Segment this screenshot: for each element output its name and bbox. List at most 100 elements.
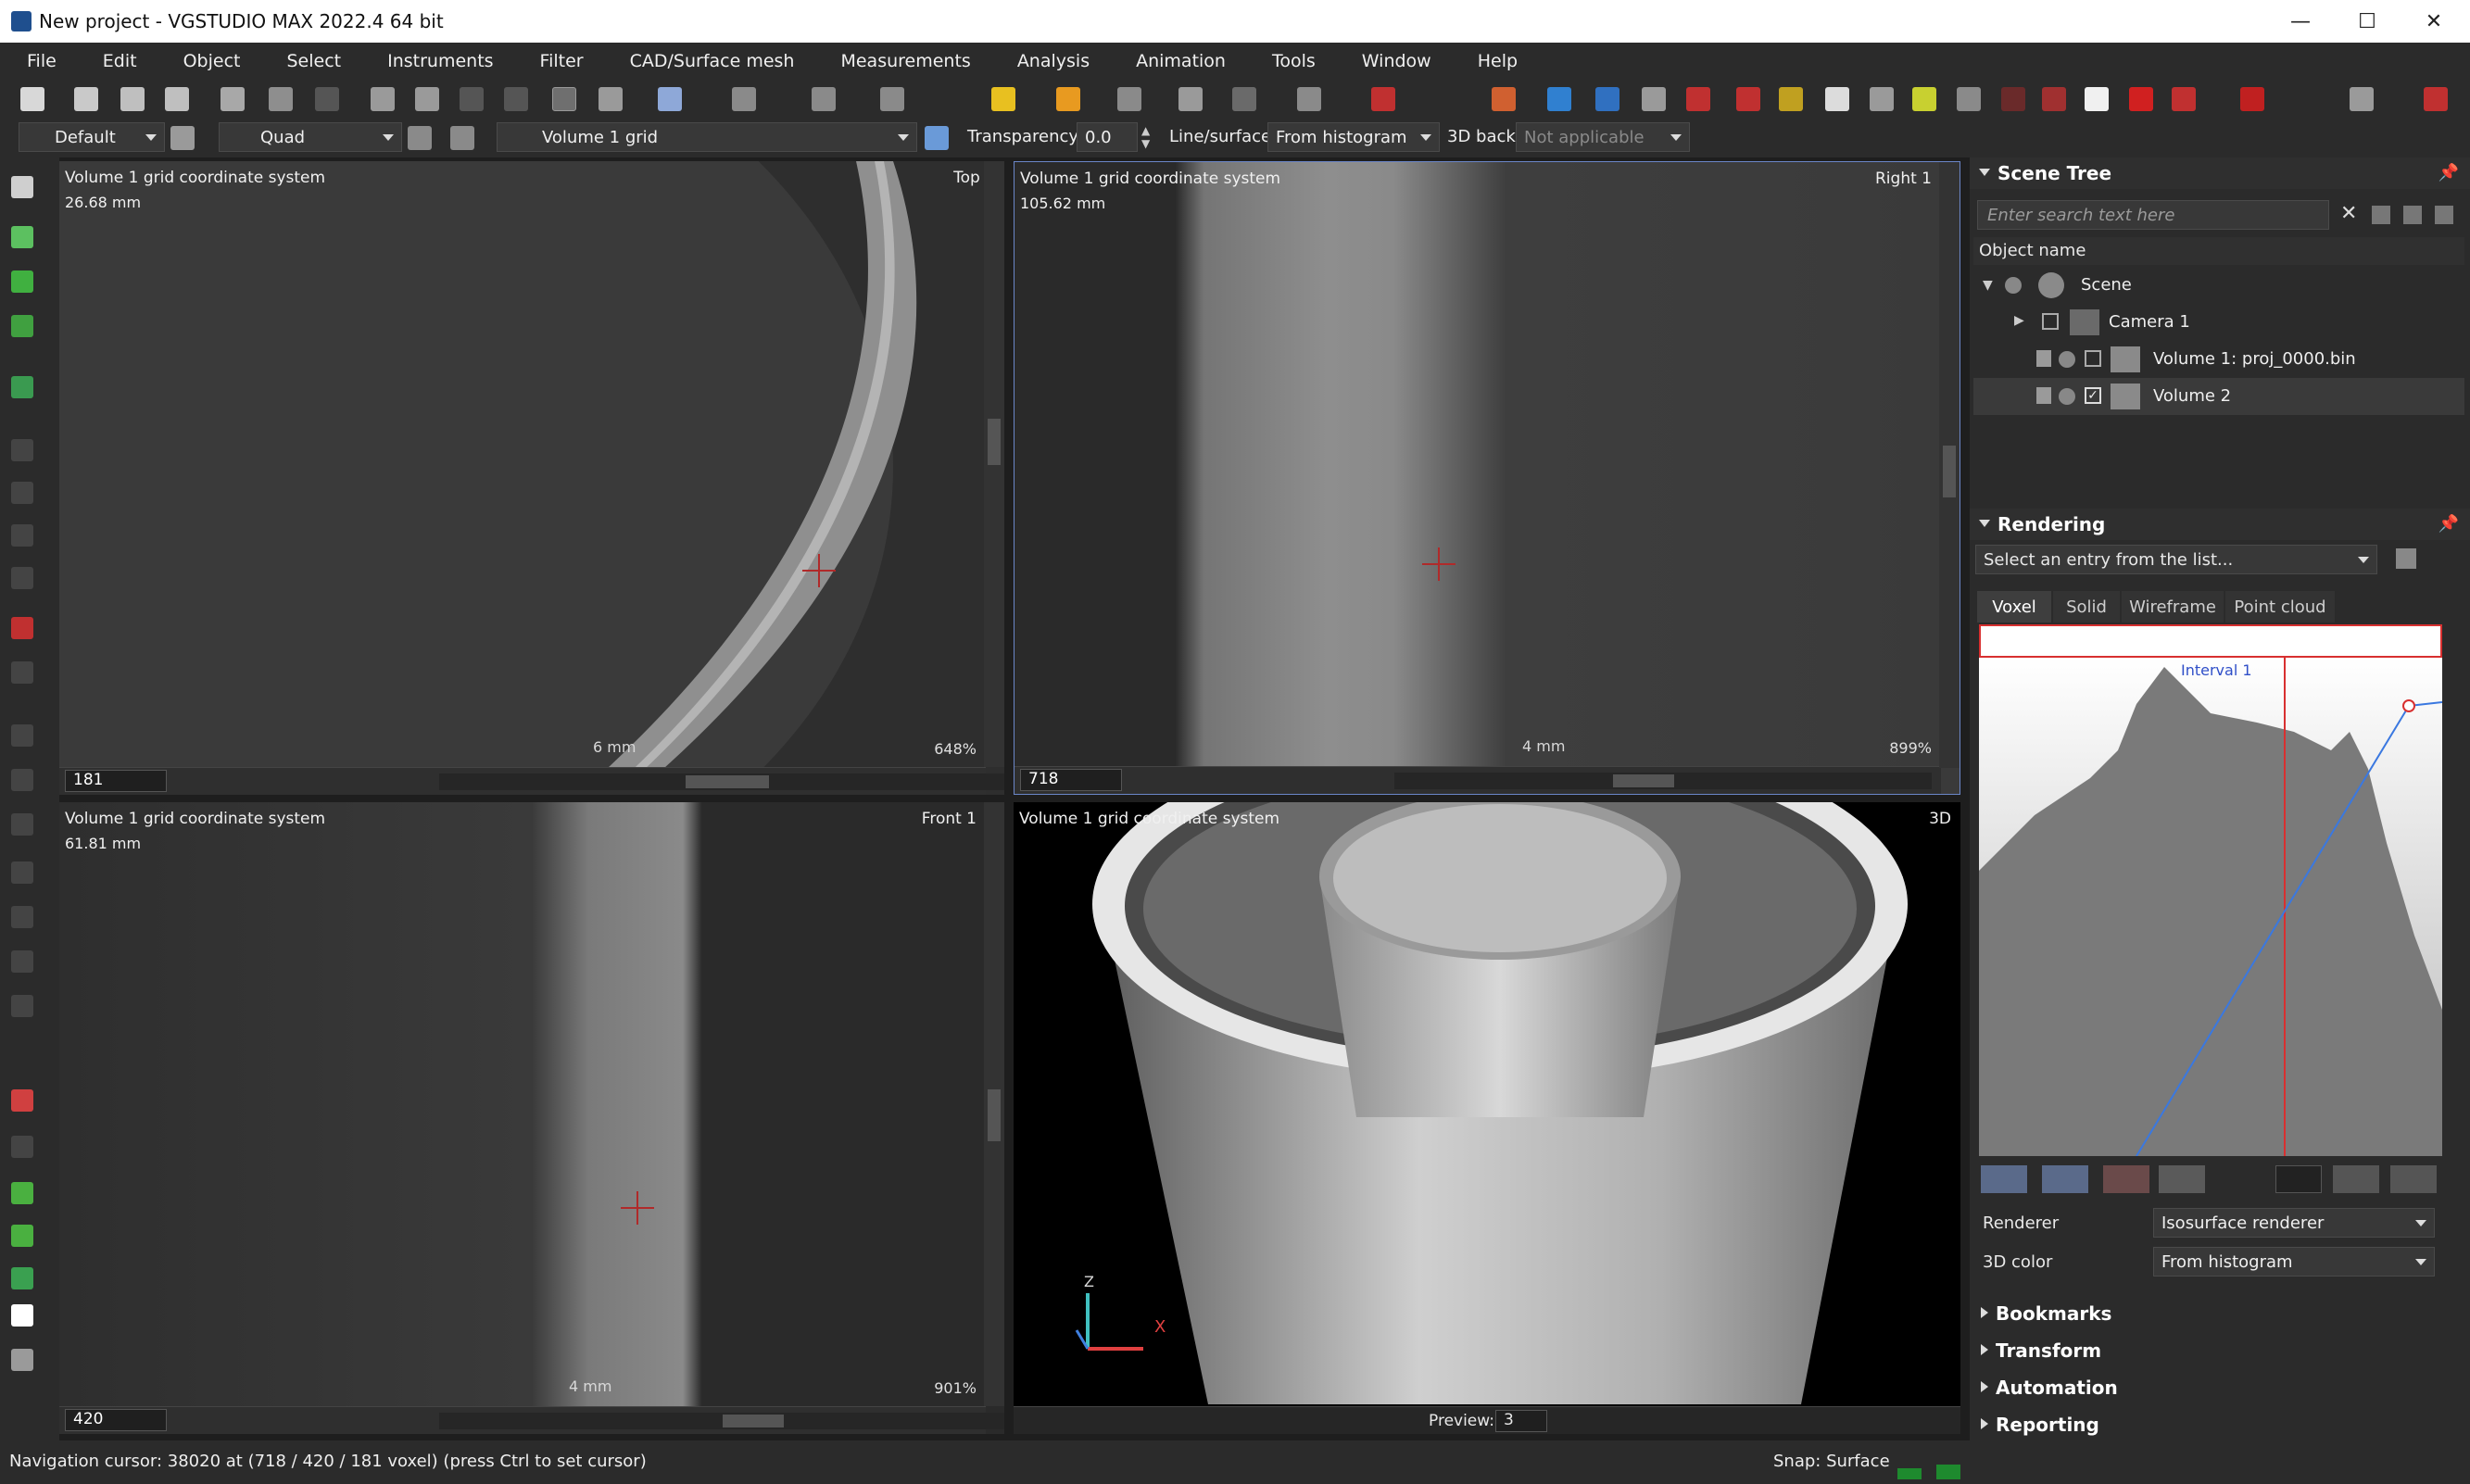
cut-icon[interactable] — [371, 87, 395, 111]
clear-search-icon[interactable]: ✕ — [2340, 202, 2357, 225]
comparison-icon[interactable] — [1595, 87, 1619, 111]
undo-icon[interactable] — [269, 87, 293, 111]
mesh-icon[interactable] — [1642, 87, 1666, 111]
paste-icon[interactable] — [460, 87, 484, 111]
transparency-input[interactable]: 0.0 — [1077, 122, 1138, 152]
slice-index-input[interactable]: 718 — [1020, 769, 1122, 791]
expand-icon[interactable]: ▼ — [1983, 278, 1993, 293]
scene-tree-header[interactable]: Scene Tree 📌 — [1970, 157, 2470, 189]
select-mode-icon[interactable] — [552, 87, 576, 111]
new-project-icon[interactable] — [20, 87, 44, 111]
menu-select[interactable]: Select — [259, 51, 360, 71]
checkbox-checked[interactable]: ✓ — [2085, 387, 2101, 404]
tab-voxel[interactable]: Voxel — [1977, 591, 2051, 623]
slice-index-input[interactable]: 420 — [65, 1409, 167, 1431]
axis-icon[interactable] — [2042, 87, 2066, 111]
camera-icon[interactable] — [1297, 87, 1321, 111]
lock-icon[interactable] — [2036, 387, 2051, 404]
rendering-preset-select[interactable]: Select an entry from the list... — [1975, 545, 2377, 574]
measure-icon[interactable] — [732, 87, 756, 111]
vertical-scrollbar[interactable] — [984, 802, 1004, 1406]
defect-icon[interactable] — [1492, 87, 1516, 111]
box-icon[interactable] — [1736, 87, 1760, 111]
remove-point-icon[interactable] — [2159, 1165, 2205, 1193]
preset-select[interactable]: Default — [19, 122, 165, 152]
tree-expand-icon[interactable] — [2403, 206, 2422, 224]
redo-icon[interactable] — [315, 87, 339, 111]
preview-input[interactable]: 3 — [1495, 1410, 1547, 1432]
transform-section[interactable]: Transform — [1970, 1332, 2470, 1369]
automation-section[interactable]: Automation — [1970, 1369, 2470, 1406]
more-tools-icon[interactable] — [11, 1349, 33, 1371]
color-swatch[interactable] — [11, 1304, 33, 1327]
save-preset-icon[interactable] — [2396, 548, 2416, 569]
copy-icon[interactable] — [415, 87, 439, 111]
tab-point-cloud[interactable]: Point cloud — [2225, 591, 2335, 623]
viewport-front[interactable]: Volume 1 grid coordinate system 61.81 mm… — [59, 802, 1004, 1434]
color-tool-icon[interactable] — [11, 617, 33, 639]
menu-filter[interactable]: Filter — [513, 51, 603, 71]
record-icon[interactable] — [1371, 87, 1395, 111]
tree-item-volume-1[interactable]: Volume 1: proj_0000.bin — [1973, 341, 2464, 378]
menu-file[interactable]: File — [0, 51, 76, 71]
brush-tool-icon[interactable] — [11, 1182, 33, 1204]
annotation-icon[interactable] — [812, 87, 836, 111]
grid-select[interactable]: Volume 1 grid — [497, 122, 917, 152]
transparency-spinner[interactable]: ▲ ▼ — [1141, 124, 1154, 150]
pointer-tool-icon[interactable] — [11, 176, 33, 198]
edit-interval-icon[interactable] — [2042, 1165, 2088, 1193]
tree-item-scene[interactable]: ▼ Scene — [1973, 267, 2464, 304]
pen-tool-icon[interactable] — [11, 1225, 33, 1247]
grid-icon[interactable] — [1779, 87, 1803, 111]
lock-icon[interactable] — [2036, 350, 2051, 367]
tree-collapse-icon[interactable] — [2435, 206, 2453, 224]
angle-icon[interactable] — [1232, 87, 1256, 111]
transform-tool-icon[interactable] — [11, 1089, 33, 1112]
eraser-tool-icon[interactable] — [11, 1267, 33, 1289]
histogram-plot[interactable] — [1979, 658, 2442, 1156]
horizontal-scrollbar[interactable] — [439, 1413, 1004, 1429]
align-icon[interactable] — [658, 87, 682, 111]
bookmarks-section[interactable]: Bookmarks — [1970, 1295, 2470, 1332]
menu-cad-surface-mesh[interactable]: CAD/Surface mesh — [603, 51, 814, 71]
expand-icon[interactable]: ▶ — [2014, 313, 2024, 328]
tree-column-header[interactable]: Object name — [1973, 237, 2464, 265]
ruler-icon[interactable] — [1178, 87, 1203, 111]
scrollbar-thumb[interactable] — [686, 775, 769, 788]
vertical-scrollbar[interactable] — [984, 161, 1004, 767]
menu-window[interactable]: Window — [1335, 51, 1451, 71]
color-ramp[interactable] — [1979, 624, 2442, 658]
text-icon[interactable] — [2085, 87, 2109, 111]
warning-icon[interactable] — [2129, 87, 2153, 111]
viewport-right[interactable]: Volume 1 grid coordinate system 105.62 m… — [1014, 161, 1960, 795]
menu-tools[interactable]: Tools — [1245, 51, 1335, 71]
fill-tool-icon[interactable] — [11, 376, 33, 398]
tab-solid[interactable]: Solid — [2053, 591, 2120, 623]
column-icon[interactable] — [2172, 87, 2196, 111]
layout-select[interactable]: Quad — [219, 122, 402, 152]
visibility-icon[interactable] — [2059, 351, 2075, 368]
favorite-star-icon[interactable] — [1056, 87, 1080, 111]
layout-save-icon[interactable] — [408, 126, 432, 150]
select-region-icon[interactable] — [11, 270, 33, 293]
bar-chart-icon[interactable] — [1957, 87, 1981, 111]
add-interval-icon[interactable] — [1981, 1165, 2027, 1193]
save-as-icon[interactable] — [165, 87, 189, 111]
tree-item-camera[interactable]: ▶ Camera 1 — [1973, 304, 2464, 341]
tree-options-icon[interactable] — [2372, 206, 2390, 224]
scrollbar-thumb[interactable] — [988, 419, 1001, 465]
tab-wireframe[interactable]: Wireframe — [2122, 591, 2224, 623]
layout-edit-icon[interactable] — [450, 126, 474, 150]
navigation-icon[interactable] — [2350, 87, 2374, 111]
scrollbar-thumb[interactable] — [988, 1089, 1001, 1141]
histogram-scale-icon[interactable] — [2333, 1165, 2379, 1193]
import-icon[interactable] — [221, 87, 245, 111]
move-icon[interactable] — [599, 87, 623, 111]
highlight-icon[interactable] — [991, 87, 1015, 111]
scene-search-input[interactable]: Enter search text here — [1977, 200, 2329, 230]
wand-tool-icon[interactable] — [11, 315, 33, 337]
slice-index-input[interactable]: 181 — [65, 770, 167, 792]
menu-object[interactable]: Object — [157, 51, 260, 71]
tool-icon[interactable] — [1117, 87, 1141, 111]
bookmark-icon[interactable] — [2240, 87, 2264, 111]
